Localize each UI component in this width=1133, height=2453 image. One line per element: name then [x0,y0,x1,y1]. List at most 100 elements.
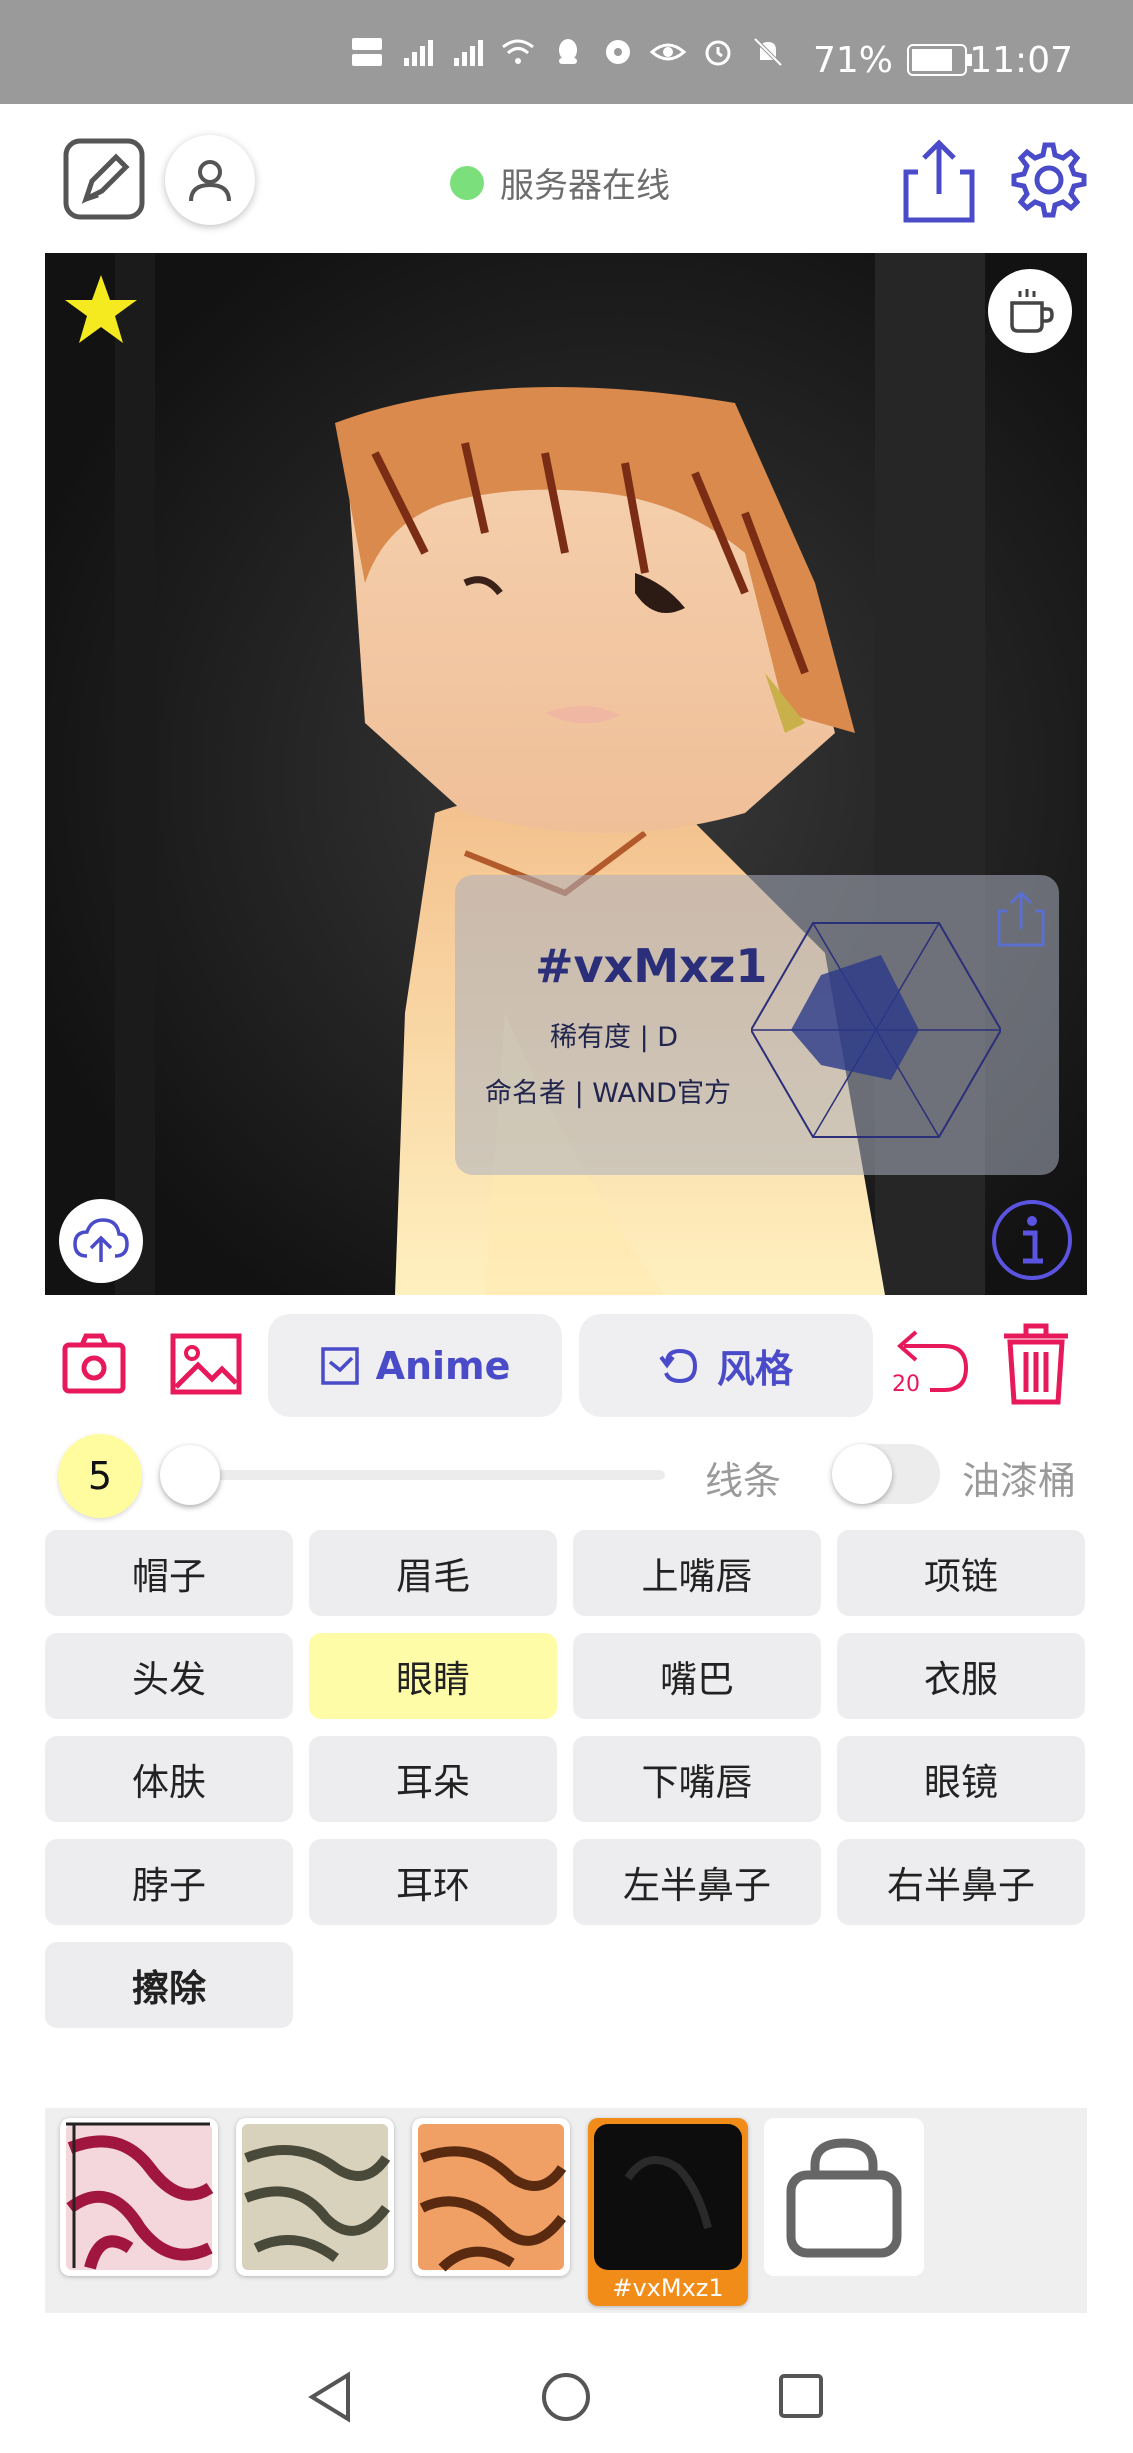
part-chip[interactable]: 头发 [45,1633,293,1719]
thumb-image [66,2122,214,2270]
part-chip[interactable]: 耳朵 [309,1736,557,1822]
share-button[interactable] [900,138,978,224]
delete-button[interactable] [1000,1322,1072,1406]
upload-button[interactable] [59,1199,143,1283]
gallery-thumb[interactable] [236,2118,394,2276]
rotate-icon [659,1348,697,1383]
edit-icon [63,138,145,220]
card-share-icon[interactable] [995,889,1047,949]
part-chip[interactable]: 项链 [837,1530,1085,1616]
part-chip[interactable]: 上嘴唇 [573,1530,821,1616]
recents-icon[interactable] [778,2373,824,2419]
signal-icon-2 [454,40,483,66]
style-label: 风格 [716,1347,793,1391]
qq-icon [559,39,577,64]
part-chip[interactable]: 脖子 [45,1839,293,1925]
home-icon[interactable] [540,2371,592,2423]
camera-icon [62,1333,126,1394]
edit-button[interactable] [62,137,146,221]
part-chip-label: 脖子 [132,1864,206,1907]
hd-sim-icon [352,38,382,66]
part-chip[interactable]: 眉毛 [309,1530,557,1616]
part-chip[interactable]: 下嘴唇 [573,1736,821,1822]
style-button[interactable]: 风格 [579,1314,873,1417]
part-chip[interactable]: 帽子 [45,1530,293,1616]
part-chip[interactable]: 眼睛 [309,1633,557,1719]
checkbox-icon [320,1346,359,1385]
part-chip[interactable]: 右半鼻子 [837,1839,1085,1925]
wifi-icon [502,39,534,64]
radar-chart-icon [751,922,1001,1138]
part-chip-label: 眉毛 [396,1555,470,1598]
coffee-button[interactable] [988,269,1072,353]
selected-thumb-caption: #vxMxz1 [612,2274,724,2302]
camera-button[interactable] [62,1333,126,1395]
signal-icon [404,40,433,66]
bucket-mode-label: 油漆桶 [962,1459,1077,1503]
part-chip[interactable]: 眼镜 [837,1736,1085,1822]
brush-size-badge: 5 [58,1434,142,1518]
brush-size-value: 5 [87,1454,113,1498]
part-chip-label: 嘴巴 [660,1658,734,1701]
part-chip[interactable]: 擦除 [45,1942,293,2028]
undo-count: 20 [892,1372,920,1397]
part-chip-label: 眼睛 [396,1658,470,1701]
character-card: #vxMxz1 稀有度 | D 命名者 | WAND官方 [455,875,1059,1175]
thumb-image [242,2124,391,2270]
share-icon [903,139,975,223]
part-chip[interactable]: 体肤 [45,1736,293,1822]
part-chip-label: 眼镜 [924,1761,998,1804]
gear-icon [1011,142,1087,218]
anime-mode-button[interactable]: Anime [268,1314,562,1417]
part-chip-label: 头发 [132,1658,206,1701]
favorite-star-icon[interactable] [63,273,139,345]
server-status-label: 服务器在线 [500,166,670,206]
part-chip-label: 擦除 [132,1967,206,2010]
part-chip-label: 耳环 [396,1864,470,1907]
thumb-image [418,2124,567,2272]
status-bar: 71% 11:07 [0,0,1133,104]
part-chip-label: 体肤 [132,1761,206,1804]
system-nav-bar [0,2333,1133,2453]
part-chip-label: 下嘴唇 [641,1761,753,1804]
brush-size-slider[interactable] [190,1470,665,1480]
gallery-thumb[interactable] [60,2118,218,2276]
part-chip[interactable]: 左半鼻子 [573,1839,821,1925]
profile-button[interactable] [165,135,255,225]
battery-icon [907,44,972,76]
bucket-toggle[interactable] [832,1444,940,1504]
user-icon [189,160,231,202]
part-chip-label: 上嘴唇 [641,1555,753,1598]
settings-button[interactable] [1005,136,1093,224]
drawing-canvas[interactable]: #vxMxz1 稀有度 | D 命名者 | WAND官方 [45,253,1087,1295]
coffee-cup-icon [1010,289,1054,333]
back-icon[interactable] [308,2371,352,2423]
info-button[interactable] [991,1199,1073,1281]
gallery-thumb[interactable] [412,2118,570,2276]
rarity-label: 稀有度 | D [550,1022,679,1053]
part-chip[interactable]: 耳环 [309,1839,557,1925]
character-id: #vxMxz1 [535,939,768,993]
line-mode-label: 线条 [705,1459,782,1503]
bucket-toggle-knob [832,1444,892,1504]
alarm-icon [705,40,731,66]
image-icon [170,1333,242,1395]
part-chip-label: 帽子 [132,1555,206,1598]
cloud-upload-icon [73,1218,129,1262]
app-notify-icon [606,40,630,64]
part-chip-label: 右半鼻子 [887,1864,1035,1907]
gallery-thumb-selected[interactable]: #vxMxz1 [588,2118,748,2306]
clock: 11:07 [969,40,1073,81]
gallery-picker-button[interactable] [170,1333,242,1395]
server-status: 服务器在线 [450,158,670,207]
part-chip-label: 衣服 [924,1658,998,1701]
part-chip[interactable]: 衣服 [837,1633,1085,1719]
part-chip-label: 项链 [924,1555,998,1598]
part-chip-label: 耳朵 [396,1761,470,1804]
shop-button[interactable] [764,2118,924,2276]
part-chip[interactable]: 嘴巴 [573,1633,821,1719]
server-status-dot [450,165,484,200]
brush-size-slider-handle[interactable] [160,1445,220,1505]
mute-icon [753,37,783,67]
undo-button[interactable]: 20 [890,1326,972,1404]
